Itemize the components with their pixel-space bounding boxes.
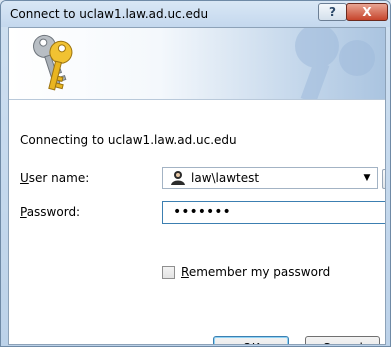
password-field[interactable]: ••••••• [162, 201, 385, 224]
user-name-value: law\lawtest [191, 171, 260, 185]
help-button[interactable]: ? [318, 3, 347, 21]
credentials-dialog: Connect to uclaw1.law.ad.uc.edu ? X Conn… [0, 0, 391, 347]
password-value: ••••••• [173, 204, 231, 220]
banner-watermark [295, 28, 375, 99]
user-name-combobox[interactable]: law\lawtest ▼ [162, 167, 378, 189]
user-name-label: User name: [20, 171, 90, 185]
password-label: Password: [20, 205, 81, 219]
ok-button[interactable]: OK [213, 336, 289, 344]
connecting-message: Connecting to uclaw1.law.ad.uc.edu [20, 133, 237, 147]
chevron-down-icon[interactable]: ▼ [360, 170, 374, 186]
dialog-body: Connecting to uclaw1.law.ad.uc.edu User … [8, 27, 386, 345]
close-icon: X [362, 5, 372, 19]
remember-password-checkbox[interactable] [162, 266, 175, 279]
header-banner [9, 28, 385, 100]
browse-credentials-button[interactable]: ... [382, 169, 385, 189]
keys-icon [33, 34, 73, 91]
close-button[interactable]: X [346, 3, 388, 21]
user-icon [171, 171, 185, 185]
cancel-button[interactable]: Cancel [305, 336, 380, 344]
title-bar[interactable]: Connect to uclaw1.law.ad.uc.edu ? X [1, 1, 390, 27]
window-title: Connect to uclaw1.law.ad.uc.edu [10, 7, 209, 21]
help-icon: ? [329, 5, 336, 19]
remember-password-label[interactable]: Remember my password [181, 265, 330, 279]
